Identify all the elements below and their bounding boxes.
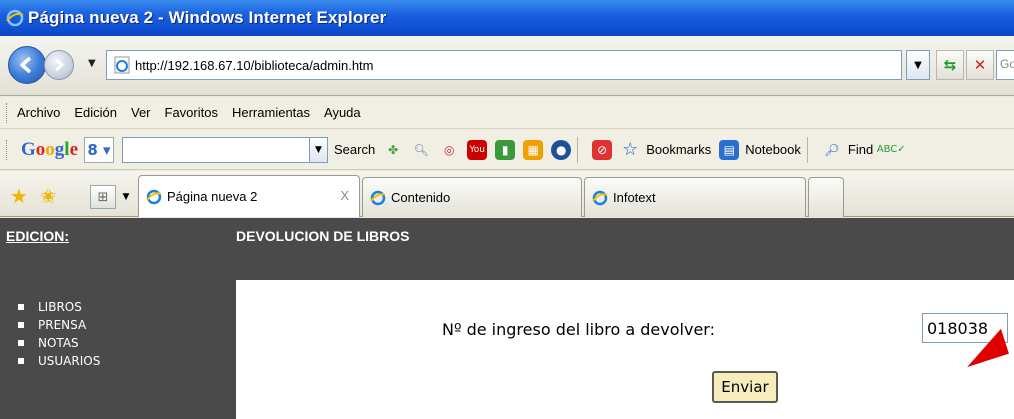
- add-favorite-icon[interactable]: ✬: [40, 184, 57, 208]
- youtube-icon[interactable]: You: [467, 139, 488, 160]
- popup-blocker-icon[interactable]: ⊘: [592, 139, 613, 160]
- menu-herramientas[interactable]: Herramientas: [232, 105, 310, 120]
- book-number-label: Nº de ingreso del libro a devolver:: [442, 320, 715, 339]
- menu-bar: Archivo Edición Ver Favoritos Herramient…: [0, 97, 1014, 129]
- google-toolbar: Google 8 ▾ ▼ Search ✤ 🔍︎ ◎ You ▮ ▦ ● ⊘ ☆…: [0, 130, 1014, 170]
- tab-infotext[interactable]: Infotext: [584, 177, 806, 217]
- google-search-input[interactable]: [122, 136, 310, 163]
- find-button[interactable]: Find: [848, 142, 873, 157]
- menu-edicion[interactable]: Edición: [74, 105, 117, 120]
- section-title: DEVOLUCION DE LIBROS: [236, 228, 410, 244]
- google-search-dropdown[interactable]: ▼: [310, 136, 328, 163]
- sidebar-item-prensa[interactable]: PRENSA: [18, 316, 100, 334]
- favorites-center-icon[interactable]: ★: [10, 184, 28, 208]
- tab-label: Página nueva 2: [167, 189, 258, 204]
- highlight-icon[interactable]: ◎: [439, 140, 459, 160]
- google-account-icon[interactable]: 8 ▾: [84, 136, 114, 163]
- back-button[interactable]: [8, 46, 46, 84]
- chevron-down-icon: ▼: [914, 59, 922, 71]
- forward-button[interactable]: [44, 50, 74, 80]
- tab-pagina-nueva-2[interactable]: Página nueva 2 X: [138, 175, 360, 217]
- tab-label: Infotext: [613, 190, 656, 205]
- pagerank-icon[interactable]: ✤: [383, 140, 403, 160]
- bullet-icon: [18, 358, 24, 364]
- quick-tabs-icon: ⊞: [97, 189, 109, 205]
- ie-page-icon: [146, 189, 162, 204]
- browser-icon[interactable]: ●: [551, 139, 572, 160]
- stop-icon: ✕: [973, 56, 987, 74]
- toolbar-grip[interactable]: [6, 102, 9, 123]
- sidebar-item-libros[interactable]: LIBROS: [18, 298, 100, 316]
- bullet-icon: [18, 322, 24, 328]
- refresh-button[interactable]: ⇆: [936, 50, 964, 80]
- address-bar[interactable]: [106, 50, 902, 80]
- menu-ver[interactable]: Ver: [131, 105, 151, 120]
- star-bookmark-icon[interactable]: ☆: [620, 139, 640, 160]
- refresh-icon: ⇆: [943, 56, 957, 74]
- notebook-button[interactable]: Notebook: [745, 142, 801, 157]
- forward-arrow-icon: [55, 58, 64, 72]
- page-content: EDICION: LIBROS PRENSA NOTAS USUARIOS DE…: [0, 218, 1014, 419]
- submit-button[interactable]: Enviar: [712, 371, 778, 403]
- bullet-icon: [18, 304, 24, 310]
- address-toolbar: ▼ ▼ ⇆ ✕ Goo: [0, 36, 1014, 96]
- url-dropdown-button[interactable]: ▼: [906, 50, 930, 80]
- gadgets-icon[interactable]: ▦: [523, 139, 544, 160]
- close-tab-icon[interactable]: X: [340, 188, 349, 203]
- search-input[interactable]: Goo: [996, 50, 1014, 80]
- menu-ayuda[interactable]: Ayuda: [324, 105, 361, 120]
- history-dropdown-icon[interactable]: ▼: [88, 58, 96, 69]
- page-ie-icon: [114, 56, 130, 74]
- menu-favoritos[interactable]: Favoritos: [165, 105, 218, 120]
- magnifier-icon[interactable]: 🔍︎: [411, 140, 431, 160]
- ie-page-icon: [370, 190, 386, 205]
- sidebar-item-usuarios[interactable]: USUARIOS: [18, 352, 100, 370]
- window-titlebar: Página nueva 2 - Windows Internet Explor…: [0, 0, 1014, 36]
- ie-page-icon: [592, 190, 608, 205]
- sidebar: EDICION: LIBROS PRENSA NOTAS USUARIOS: [0, 218, 236, 419]
- notebook-icon[interactable]: ▤: [719, 139, 740, 160]
- stop-button[interactable]: ✕: [966, 50, 994, 80]
- google-logo[interactable]: Google: [21, 139, 78, 161]
- tab-list-dropdown[interactable]: ▼: [118, 185, 134, 209]
- bookmarks-button[interactable]: Bookmarks: [646, 142, 711, 157]
- quick-tabs-button[interactable]: ⊞: [90, 185, 116, 209]
- google-search-button[interactable]: Search: [334, 142, 375, 157]
- menu-archivo[interactable]: Archivo: [17, 105, 60, 120]
- new-tab-button[interactable]: [808, 177, 844, 217]
- tab-contenido[interactable]: Contenido: [362, 177, 582, 217]
- toolbar-grip[interactable]: [6, 139, 9, 160]
- sidebar-heading[interactable]: EDICION:: [6, 228, 69, 244]
- document-icon[interactable]: ▮: [495, 139, 516, 160]
- bullet-icon: [18, 340, 24, 346]
- find-icon[interactable]: 🔎︎: [822, 140, 842, 160]
- spellcheck-icon[interactable]: ABC✓: [877, 140, 906, 160]
- url-input[interactable]: [135, 57, 875, 73]
- sidebar-item-notas[interactable]: NOTAS: [18, 334, 100, 352]
- window-title: Página nueva 2 - Windows Internet Explor…: [28, 8, 387, 27]
- ie-logo-icon: [6, 9, 24, 27]
- tab-bar: ★ ✬ ⊞ ▼ Página nueva 2 X Contenido Infot…: [0, 171, 1014, 217]
- toolbar-separator: [577, 136, 579, 163]
- back-arrow-icon: [20, 56, 32, 74]
- toolbar-separator: [806, 136, 808, 163]
- section-header: DEVOLUCION DE LIBROS: [236, 218, 1014, 280]
- tab-label: Contenido: [391, 190, 451, 205]
- sidebar-menu: LIBROS PRENSA NOTAS USUARIOS: [18, 298, 100, 370]
